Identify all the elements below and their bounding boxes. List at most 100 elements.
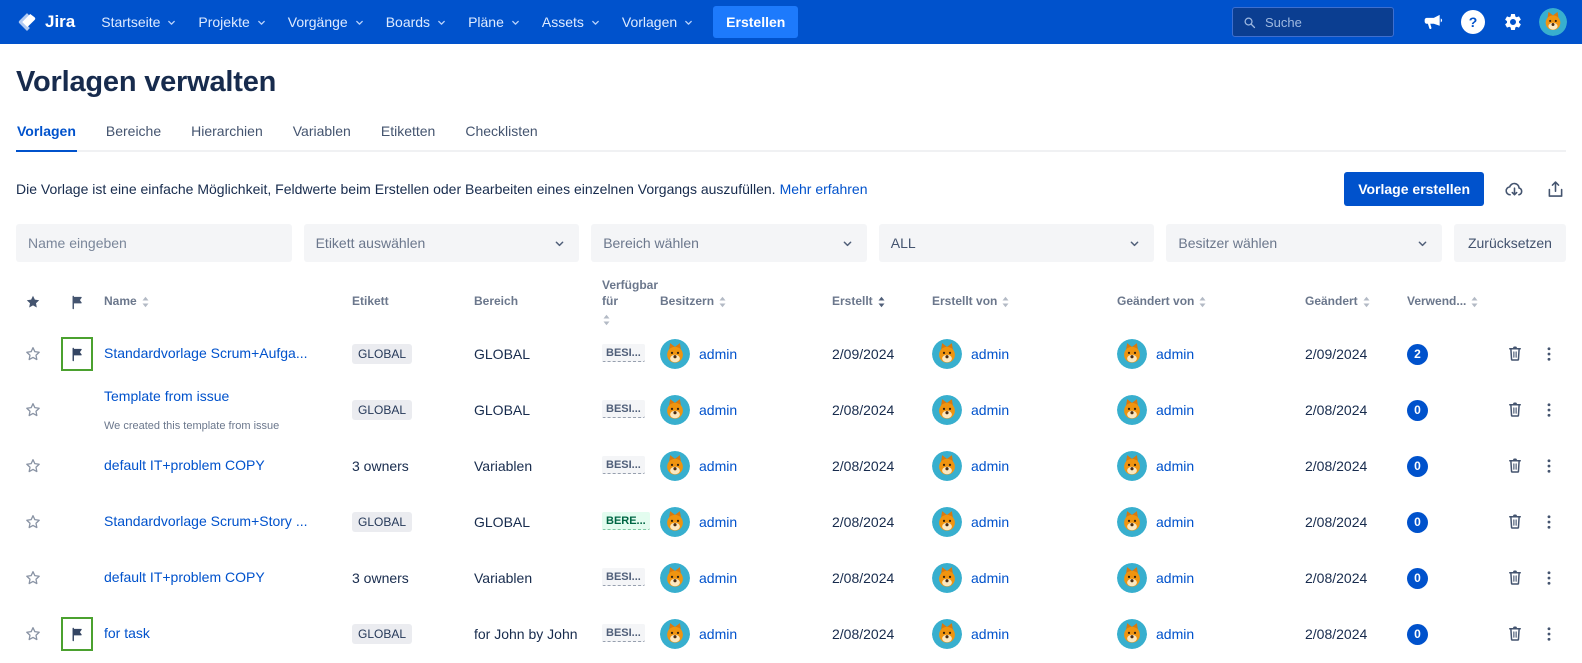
created-by-link[interactable]: admin	[971, 626, 1009, 642]
settings-button[interactable]	[1496, 5, 1530, 39]
name-filter-input[interactable]	[28, 235, 280, 251]
star-icon[interactable]	[24, 569, 42, 587]
label-badge: GLOBAL	[352, 624, 412, 644]
nav-item-vorlagen[interactable]: Vorlagen	[612, 5, 705, 39]
profile-button[interactable]	[1536, 5, 1570, 39]
owner-filter-select[interactable]: Besitzer wählen	[1166, 224, 1442, 262]
star-icon[interactable]	[24, 401, 42, 419]
modified-by-link[interactable]: admin	[1156, 570, 1194, 586]
more-actions-icon[interactable]	[1540, 625, 1558, 643]
column-header-besitzern[interactable]: Besitzern	[660, 294, 832, 310]
modified-by-link[interactable]: admin	[1156, 346, 1194, 362]
nav-item-plaene[interactable]: Pläne	[458, 5, 532, 39]
modified-by-link[interactable]: admin	[1156, 626, 1194, 642]
modified-date: 2/08/2024	[1305, 402, 1407, 418]
template-name-link[interactable]: Standardvorlage Scrum+Aufga...	[104, 345, 308, 361]
create-button[interactable]: Erstellen	[713, 6, 798, 38]
star-icon[interactable]	[24, 345, 42, 363]
column-header-bereich: Bereich	[474, 294, 602, 310]
availability-filter-select[interactable]: ALL	[879, 224, 1155, 262]
created-by-link[interactable]: admin	[971, 346, 1009, 362]
star-icon[interactable]	[24, 625, 42, 643]
nav-item-vorgaenge[interactable]: Vorgänge	[278, 5, 376, 39]
star-icon[interactable]	[24, 513, 42, 531]
user-avatar-icon	[1539, 8, 1567, 36]
nav-item-boards[interactable]: Boards	[376, 5, 458, 39]
announcements-button[interactable]	[1416, 5, 1450, 39]
delete-icon[interactable]	[1506, 513, 1524, 531]
nav-item-assets[interactable]: Assets	[532, 5, 612, 39]
star-icon[interactable]	[24, 457, 42, 475]
delete-icon[interactable]	[1506, 625, 1524, 643]
template-table-body: Standardvorlage Scrum+Aufga...GLOBALGLOB…	[16, 326, 1566, 662]
column-header-geaendert[interactable]: Geändert	[1305, 294, 1407, 310]
tab-etiketten[interactable]: Etiketten	[380, 123, 436, 152]
scope-filter-select[interactable]: Bereich wählen	[591, 224, 867, 262]
more-actions-icon[interactable]	[1540, 457, 1558, 475]
template-name-link[interactable]: default IT+problem COPY	[104, 457, 265, 473]
created-date: 2/08/2024	[832, 458, 932, 474]
export-icon[interactable]	[1545, 179, 1566, 200]
delete-icon[interactable]	[1506, 457, 1524, 475]
owner-link[interactable]: admin	[699, 570, 737, 586]
sort-icon	[1198, 296, 1207, 308]
more-actions-icon[interactable]	[1540, 513, 1558, 531]
flag-highlight-box[interactable]	[61, 337, 93, 371]
created-by-link[interactable]: admin	[971, 458, 1009, 474]
template-name-link[interactable]: Template from issue	[104, 388, 229, 404]
owner-link[interactable]: admin	[699, 346, 737, 362]
owner-link[interactable]: admin	[699, 626, 737, 642]
create-template-button[interactable]: Vorlage erstellen	[1344, 172, 1484, 206]
tab-hierarchien[interactable]: Hierarchien	[190, 123, 264, 152]
more-actions-icon[interactable]	[1540, 345, 1558, 363]
usage-count-badge: 0	[1407, 512, 1428, 533]
owner-link[interactable]: admin	[699, 458, 737, 474]
global-search[interactable]	[1232, 7, 1394, 37]
question-mark-icon: ?	[1461, 10, 1485, 34]
column-header-name[interactable]: Name	[104, 294, 352, 310]
delete-icon[interactable]	[1506, 569, 1524, 587]
created-by-link[interactable]: admin	[971, 402, 1009, 418]
template-name-link[interactable]: for task	[104, 625, 150, 641]
more-actions-icon[interactable]	[1540, 401, 1558, 419]
jira-logo-icon	[16, 11, 38, 33]
flag-highlight-box[interactable]	[61, 617, 93, 651]
jira-logo[interactable]: Jira	[12, 11, 91, 33]
modified-by-link[interactable]: admin	[1156, 514, 1194, 530]
delete-icon[interactable]	[1506, 345, 1524, 363]
modified-by-link[interactable]: admin	[1156, 458, 1194, 474]
star-header-icon[interactable]	[24, 293, 42, 311]
column-header-verwendungen[interactable]: Verwend...	[1407, 294, 1487, 310]
page-title: Vorlagen verwalten	[16, 66, 1566, 99]
delete-icon[interactable]	[1506, 401, 1524, 419]
column-header-erstellt[interactable]: Erstellt	[832, 294, 932, 310]
owner-link[interactable]: admin	[699, 514, 737, 530]
help-button[interactable]: ?	[1456, 5, 1490, 39]
nav-item-projekte[interactable]: Projekte	[188, 5, 277, 39]
tab-vorlagen[interactable]: Vorlagen	[16, 123, 77, 152]
owner-link[interactable]: admin	[699, 402, 737, 418]
chevron-down-icon	[552, 236, 567, 251]
flag-header-icon[interactable]	[69, 294, 86, 311]
template-name-link[interactable]: default IT+problem COPY	[104, 569, 265, 585]
tab-checklisten[interactable]: Checklisten	[464, 123, 538, 152]
available-for-badge: BESI...	[602, 344, 645, 362]
created-by-link[interactable]: admin	[971, 570, 1009, 586]
import-cloud-icon[interactable]	[1504, 179, 1525, 200]
more-actions-icon[interactable]	[1540, 569, 1558, 587]
search-input[interactable]	[1265, 15, 1375, 30]
column-header-geaendert-von[interactable]: Geändert von	[1117, 294, 1305, 310]
table-row: for taskGLOBALfor John by JohnBESI...adm…	[16, 606, 1566, 662]
usage-count-badge: 2	[1407, 344, 1428, 365]
modified-by-link[interactable]: admin	[1156, 402, 1194, 418]
tab-bereiche[interactable]: Bereiche	[105, 123, 162, 152]
template-name-link[interactable]: Standardvorlage Scrum+Story ...	[104, 513, 308, 529]
learn-more-link[interactable]: Mehr erfahren	[780, 181, 868, 197]
column-header-erstellt-von[interactable]: Erstellt von	[932, 294, 1117, 310]
label-filter-select[interactable]: Etikett auswählen	[304, 224, 580, 262]
column-header-verfuegbar-fuer[interactable]: Verfügbar für	[602, 278, 660, 325]
nav-item-startseite[interactable]: Startseite	[91, 5, 188, 39]
tab-variablen[interactable]: Variablen	[292, 123, 352, 152]
created-by-link[interactable]: admin	[971, 514, 1009, 530]
reset-filters-button[interactable]: Zurücksetzen	[1454, 224, 1566, 262]
